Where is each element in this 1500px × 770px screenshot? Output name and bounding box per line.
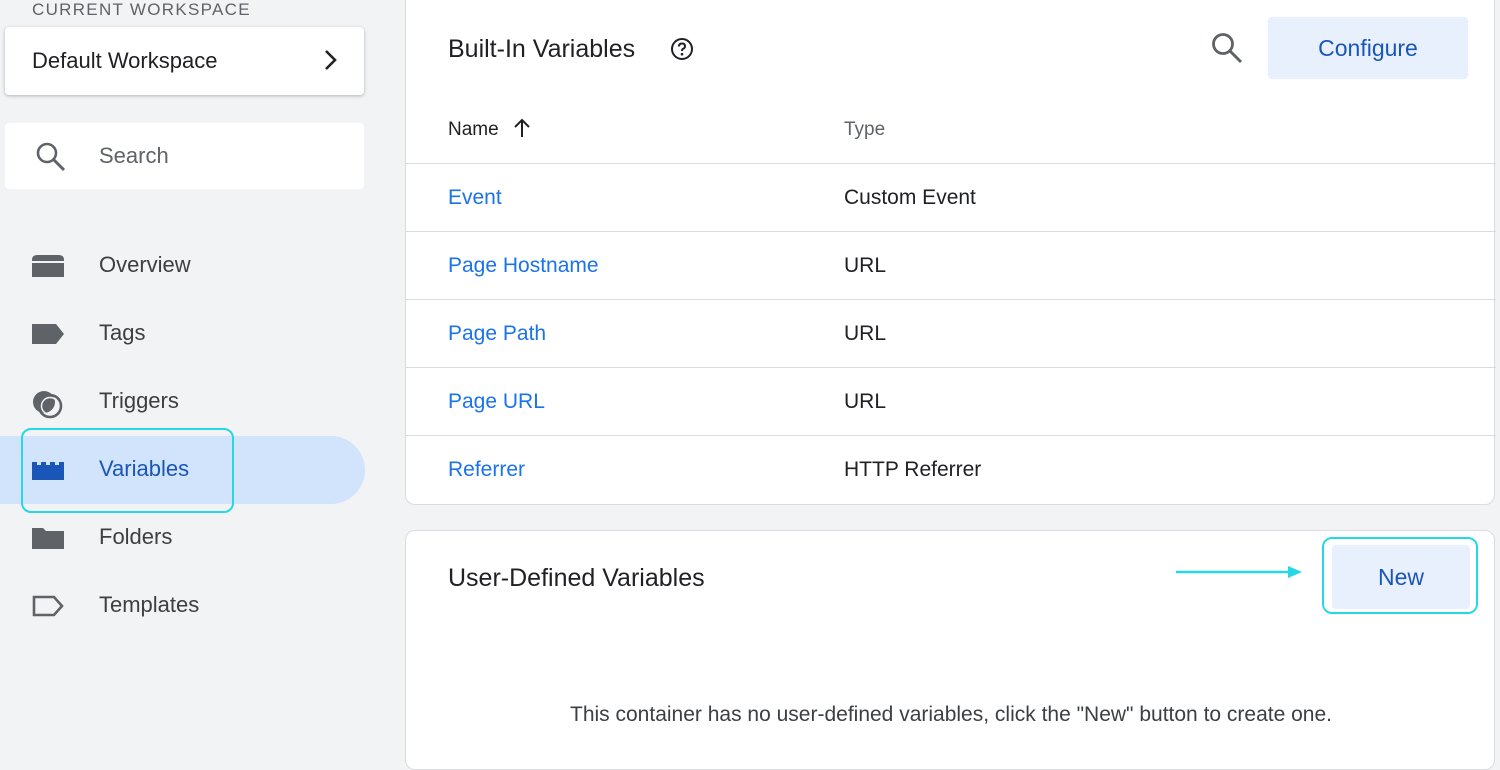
folder-icon [30, 524, 66, 552]
sidebar-item-overview[interactable]: Overview [0, 232, 365, 300]
sidebar-item-label: Variables [99, 456, 190, 481]
configure-button[interactable]: Configure [1268, 17, 1468, 79]
search-icon[interactable] [1210, 31, 1244, 70]
variable-type: URL [844, 390, 887, 413]
column-header-type: Type [844, 119, 886, 140]
table-row: Event Custom Event [406, 163, 1496, 231]
tag-icon [30, 320, 66, 348]
user-defined-variables-card: User-Defined Variables New This containe… [405, 530, 1495, 770]
overview-icon [30, 252, 66, 280]
variable-type: URL [844, 322, 887, 345]
workspace-selector[interactable]: Default Workspace [5, 27, 364, 95]
sidebar-search[interactable] [5, 123, 364, 189]
table-row: Page URL URL [406, 367, 1496, 435]
arrow-right-icon [1176, 565, 1306, 584]
search-input[interactable] [99, 139, 339, 173]
sidebar-item-label: Overview [99, 252, 191, 277]
builtin-variables-table: Event Custom Event Page Hostname URL Pag… [406, 163, 1496, 503]
column-header-name[interactable]: Name [448, 119, 499, 141]
table-row: Page Path URL [406, 299, 1496, 367]
sidebar-item-folders[interactable]: Folders [0, 504, 365, 572]
search-icon [35, 141, 67, 178]
table-row: Page Hostname URL [406, 231, 1496, 299]
variable-name-link[interactable]: Event [448, 186, 502, 210]
sidebar-item-variables[interactable]: Variables [0, 436, 365, 504]
variables-icon [30, 456, 66, 484]
workspace-label: CURRENT WORKSPACE [32, 0, 251, 19]
sidebar-item-label: Tags [99, 320, 146, 345]
empty-state-message: This container has no user-defined varia… [570, 703, 1332, 726]
variable-name-link[interactable]: Page Path [448, 322, 546, 346]
new-variable-button[interactable]: New [1332, 545, 1470, 609]
table-row: Referrer HTTP Referrer [406, 435, 1496, 503]
help-icon[interactable] [670, 37, 694, 66]
variable-name-link[interactable]: Referrer [448, 458, 525, 482]
variable-type: HTTP Referrer [844, 458, 982, 481]
sidebar-item-tags[interactable]: Tags [0, 300, 365, 368]
sort-ascending-icon[interactable] [512, 117, 532, 144]
workspace-name: Default Workspace [32, 48, 218, 73]
variable-name-link[interactable]: Page URL [448, 390, 545, 414]
sidebar-item-label: Triggers [99, 388, 179, 413]
sidebar-nav: Overview Tags Triggers Variables Folders [0, 232, 395, 640]
variable-type: URL [844, 254, 887, 277]
variable-type: Custom Event [844, 186, 976, 209]
sidebar-item-triggers[interactable]: Triggers [0, 368, 365, 436]
builtin-variables-card: Built-In Variables Configure Name Type E… [405, 0, 1496, 505]
template-icon [30, 592, 66, 620]
sidebar-item-label: Folders [99, 524, 173, 549]
sidebar-item-label: Templates [99, 592, 200, 617]
variable-name-link[interactable]: Page Hostname [448, 254, 599, 278]
sidebar: CURRENT WORKSPACE Default Workspace Over… [0, 0, 395, 757]
trigger-icon [30, 388, 66, 419]
sidebar-item-templates[interactable]: Templates [0, 572, 365, 640]
chevron-right-icon [324, 49, 338, 76]
user-defined-variables-title: User-Defined Variables [448, 564, 705, 592]
builtin-variables-title: Built-In Variables [448, 35, 636, 63]
